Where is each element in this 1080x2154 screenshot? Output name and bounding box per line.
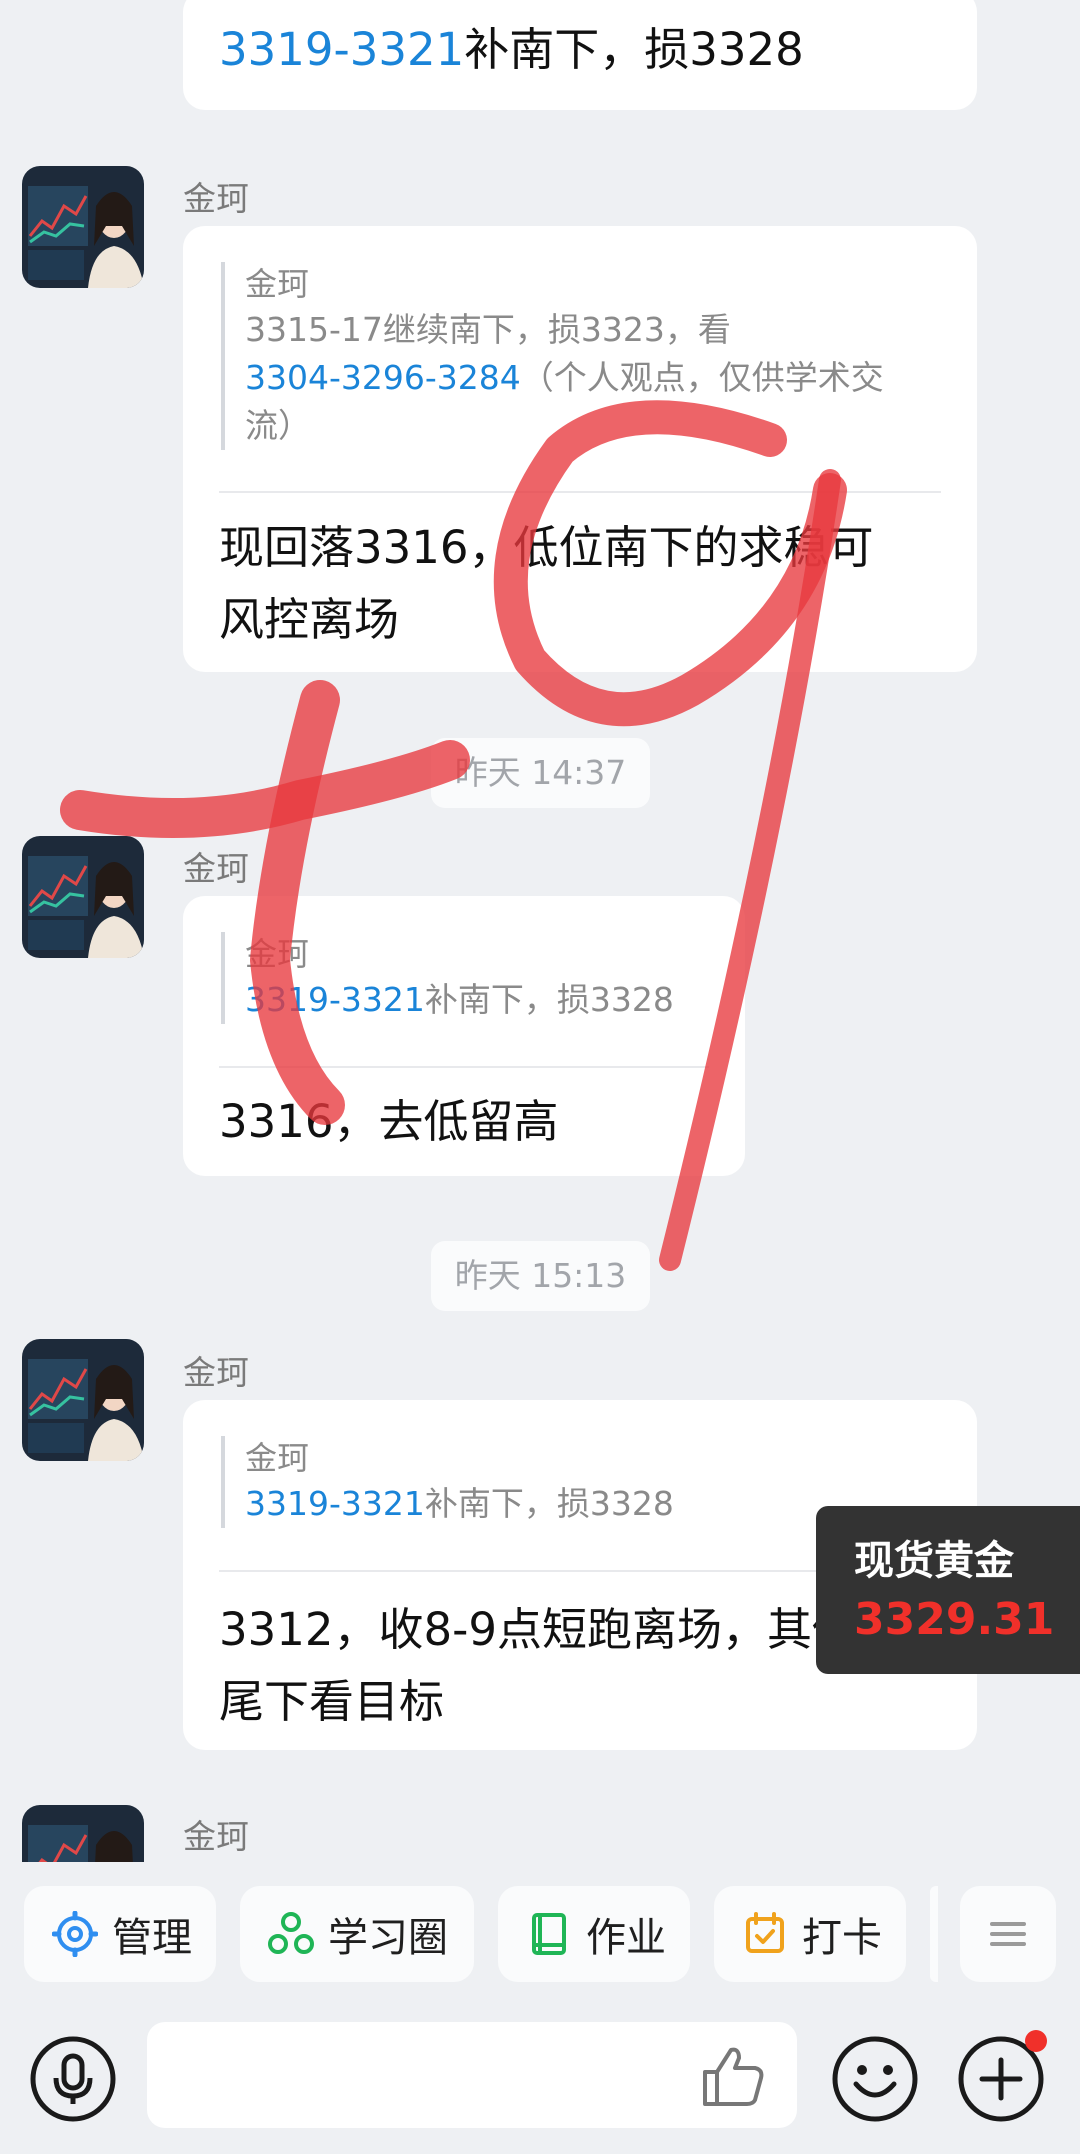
- quote-text-rest: 补南下，损3328: [424, 1484, 674, 1523]
- quote-link-range[interactable]: 3319-3321: [245, 1484, 425, 1523]
- quote-author: 金珂: [245, 1439, 310, 1477]
- sender-name: 金珂: [183, 849, 249, 888]
- checkin-button[interactable]: 打卡: [714, 1886, 906, 1982]
- message-input[interactable]: [147, 2022, 797, 2128]
- message-text: 3312，收8-9点短跑离场，其他留 尾下看目标: [219, 1594, 902, 1738]
- checkin-label: 打卡: [802, 1915, 882, 1961]
- sender-name: 金珂: [183, 179, 249, 218]
- sender-name: 金珂: [183, 1353, 249, 1392]
- book-icon: [532, 1913, 566, 1955]
- thumbs-up-icon[interactable]: [697, 2040, 769, 2112]
- quote-link-range[interactable]: 3319-3321: [245, 980, 425, 1019]
- group-icon: [268, 1912, 314, 1954]
- message-text: 现回落3316，低位南下的求稳可 风控离场: [219, 512, 874, 656]
- manage-label: 管理: [112, 1915, 192, 1961]
- message-text-rest: 补南下，损3328: [464, 23, 804, 76]
- quote-link-range[interactable]: 3304-3296-3284: [245, 358, 521, 397]
- gear-icon: [52, 1911, 98, 1957]
- more-menu-button[interactable]: [960, 1886, 1056, 1982]
- study-circle-label: 学习圈: [328, 1915, 448, 1961]
- message-text-line: 风控离场: [219, 593, 400, 646]
- gold-price-ticker[interactable]: 现货黄金 3329.31: [816, 1506, 1080, 1674]
- quote-divider: [219, 491, 941, 493]
- homework-button[interactable]: 作业: [498, 1886, 690, 1982]
- message-text-line: 3312，收8-9点短跑离场，其他留: [219, 1603, 903, 1656]
- message-text: 3316，去低留高: [219, 1095, 559, 1148]
- quote-author: 金珂: [245, 265, 310, 303]
- toolbar-next-chip-edge: [930, 1886, 938, 1982]
- avatar[interactable]: [22, 1339, 144, 1461]
- quote-author: 金珂: [245, 935, 310, 973]
- quote-text-line: 3304-3296-3284（个人观点，仅供学术交: [245, 354, 925, 402]
- quoted-message[interactable]: 金珂 3315-17继续南下，损3323，看 3304-3296-3284（个人…: [221, 262, 925, 450]
- menu-icon: [990, 1922, 1026, 1946]
- message-bubble[interactable]: 金珂 3319-3321补南下，损3328 3316，去低留高: [183, 896, 745, 1176]
- avatar[interactable]: [22, 836, 144, 958]
- avatar-image: [22, 1339, 144, 1461]
- ticker-price: 3329.31: [854, 1594, 1055, 1645]
- quote-text-line: 3319-3321补南下，损3328: [245, 976, 725, 1024]
- notification-dot: [1025, 2030, 1047, 2052]
- avatar[interactable]: [22, 1805, 144, 1862]
- calendar-check-icon: [746, 1912, 784, 1953]
- homework-label: 作业: [586, 1915, 666, 1961]
- avatar-image: [22, 836, 144, 958]
- quoted-message[interactable]: 金珂 3319-3321补南下，损3328: [221, 932, 725, 1024]
- ticker-label: 现货黄金: [854, 1538, 1014, 1584]
- message-list-clip: 金珂: [0, 1790, 1080, 1862]
- message-bubble[interactable]: 3319-3321补南下，损3328: [183, 0, 977, 110]
- message-text-line: 尾下看目标: [219, 1675, 445, 1728]
- avatar-image: [22, 1805, 144, 1862]
- timestamp-pill: 昨天 15:13: [431, 1241, 650, 1311]
- message-text: 3319-3321补南下，损3328: [219, 14, 804, 86]
- voice-input-button[interactable]: [28, 2034, 118, 2124]
- message-bubble[interactable]: 金珂 3315-17继续南下，损3323，看 3304-3296-3284（个人…: [183, 226, 977, 672]
- quote-text-rest: 补南下，损3328: [424, 980, 674, 1019]
- quote-divider: [219, 1066, 709, 1068]
- quote-text-rest: （个人观点，仅供学术交: [520, 358, 884, 397]
- smiley-icon: [832, 2036, 918, 2122]
- avatar[interactable]: [22, 166, 144, 288]
- timestamp-pill: 昨天 14:37: [431, 738, 650, 808]
- sender-name: 金珂: [183, 1817, 249, 1856]
- message-link-range[interactable]: 3319-3321: [219, 23, 464, 76]
- emoji-button[interactable]: [830, 2034, 920, 2124]
- quote-text-line: 流）: [245, 406, 311, 445]
- manage-button[interactable]: 管理: [24, 1886, 216, 1982]
- microphone-icon: [30, 2036, 116, 2122]
- quote-text-line: 3315-17继续南下，损3323，看: [245, 310, 731, 349]
- study-circle-button[interactable]: 学习圈: [240, 1886, 474, 1982]
- message-text-line: 现回落3316，低位南下的求稳可: [219, 521, 874, 574]
- avatar-image: [22, 166, 144, 288]
